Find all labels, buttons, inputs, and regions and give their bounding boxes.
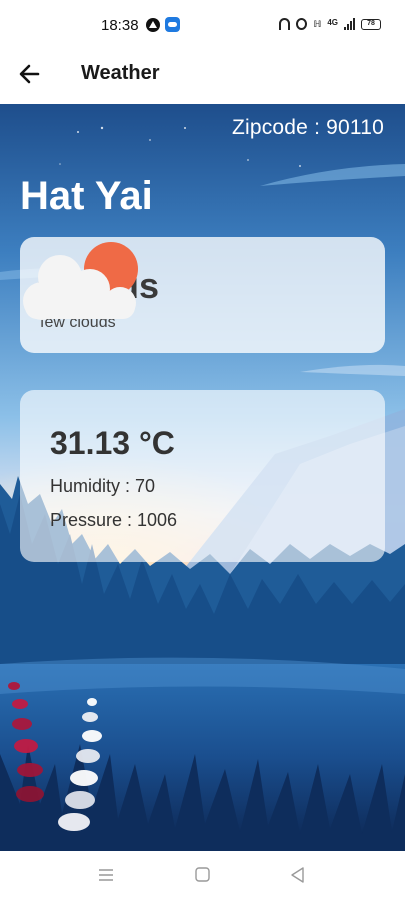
network-type: 4G (327, 18, 338, 27)
battery-icon: 78 (361, 18, 381, 30)
alarm-icon (296, 18, 308, 30)
stats-card: 31.13 °C Humidity : 70 Pressure : 1006 (20, 390, 385, 562)
zipcode-label: Zipcode : 90110 (231, 116, 384, 139)
recent-apps-button[interactable] (96, 865, 116, 885)
cloud-app-icon (165, 17, 180, 32)
home-button[interactable] (193, 865, 213, 885)
notification-app-icon (146, 18, 160, 32)
humidity-value: Humidity : 70 (50, 476, 156, 496)
condition-card: Clouds few clouds (20, 237, 385, 353)
back-triangle-icon (291, 867, 304, 883)
volte-icon: ℍ (313, 19, 322, 29)
weather-background: Zipcode : 90110 Hat Yai Clouds few cloud… (0, 104, 405, 851)
city-name: Hat Yai (20, 174, 153, 218)
status-bar: 18:38 ℍ 4G 78 (0, 0, 405, 50)
app-bar: Weather (0, 50, 405, 104)
temperature-value: 31.13 °C (50, 425, 175, 461)
pressure-value: Pressure : 1006 (50, 510, 178, 530)
status-time: 18:38 (101, 17, 139, 34)
mute-bell-icon (279, 18, 291, 30)
page-title: Weather (81, 62, 160, 84)
status-indicators: ℍ 4G 78 (279, 15, 381, 33)
system-navigation-bar (0, 851, 405, 900)
sun-behind-cloud-icon (23, 242, 138, 320)
signal-strength-icon (344, 18, 355, 30)
menu-icon (99, 869, 113, 881)
system-back-button[interactable] (288, 865, 308, 885)
home-square-icon (195, 867, 210, 882)
arrow-left-icon (19, 64, 40, 84)
back-button[interactable] (16, 60, 44, 88)
